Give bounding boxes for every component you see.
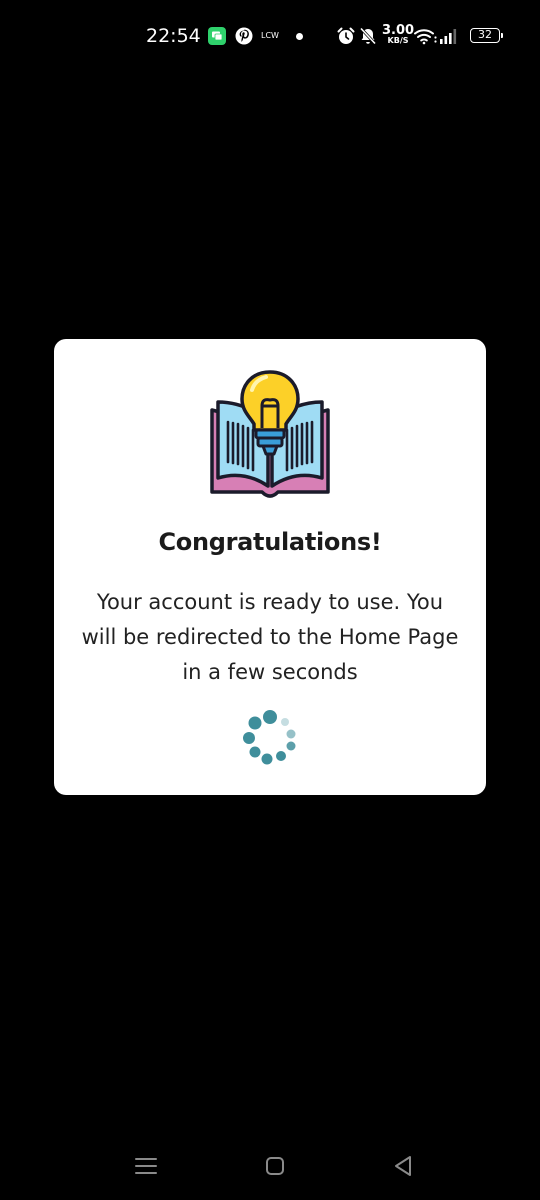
home-icon[interactable] [264, 1155, 286, 1177]
battery-icon: 32 [470, 28, 503, 43]
loading-spinner-icon [243, 710, 296, 765]
book-lightbulb-icon [210, 370, 330, 498]
lcw-label: LCW [261, 31, 279, 40]
alarm-icon [337, 27, 355, 44]
mute-icon [359, 27, 377, 45]
network-speed-unit: KB/S [387, 36, 409, 45]
dialog-message: Your account is ready to use. You will b… [81, 590, 459, 684]
pinterest-icon [235, 27, 253, 45]
status-time: 22:54 [146, 25, 201, 47]
chat-icon [208, 27, 226, 45]
signal-icon [440, 29, 457, 44]
status-bar: 22:54 LCW 3.00 KB/S 32 [0, 0, 540, 72]
menu-icon[interactable] [135, 1155, 157, 1177]
dot-icon [296, 33, 303, 40]
back-icon[interactable] [392, 1154, 414, 1178]
dialog-title: Congratulations! [158, 528, 382, 556]
network-speed: 3.00 KB/S [382, 24, 414, 45]
wifi-icon [414, 29, 437, 45]
